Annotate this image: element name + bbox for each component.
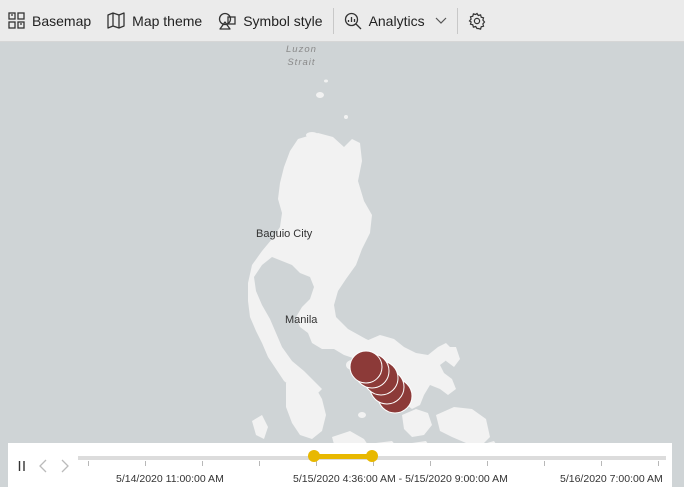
toolbar-divider [456, 7, 458, 34]
luzon-strait-label: Luzon Strait [286, 43, 317, 69]
symbol-style-button[interactable]: Symbol style [210, 0, 330, 42]
map-theme-button[interactable]: Map theme [99, 0, 210, 42]
timeline-tick [259, 461, 260, 466]
chevron-right-icon [61, 459, 69, 473]
analytics-label: Analytics [368, 12, 425, 29]
chevron-left-icon [39, 459, 47, 473]
timeline-tick [88, 461, 89, 466]
timeline-tick [544, 461, 545, 466]
manila-label: Manila [285, 314, 318, 326]
analytics-dropdown[interactable]: Analytics [336, 0, 455, 42]
map-icon [107, 12, 125, 29]
data-bubble[interactable] [349, 350, 383, 384]
basemap-label: Basemap [32, 12, 92, 29]
timeline-tick [487, 461, 488, 466]
map-theme-label: Map theme [132, 12, 203, 29]
gear-icon [468, 12, 485, 30]
timeline-start-label: 5/14/2020 11:00:00 AM [116, 473, 224, 485]
chevron-down-icon [435, 17, 447, 24]
symbol-style-label: Symbol style [243, 12, 323, 29]
range-start-handle[interactable] [308, 450, 320, 462]
next-button[interactable] [61, 459, 69, 477]
previous-button[interactable] [39, 459, 47, 477]
shapes-icon [219, 12, 236, 30]
basemap-icon [8, 12, 25, 29]
timeline-range-label: 5/15/2020 4:36:00 AM - 5/15/2020 9:00:00… [293, 473, 508, 485]
timeline-selected-range[interactable] [314, 454, 372, 459]
timeline-tick [658, 461, 659, 466]
timeline-tick [430, 461, 431, 466]
baguio-city-label: Baguio City [256, 228, 313, 240]
map-land [248, 79, 502, 473]
luzon-strait-line1: Luzon [286, 44, 317, 55]
basemap-button[interactable]: Basemap [0, 0, 99, 42]
luzon-strait-line2: Strait [287, 57, 316, 68]
timeline-tick [316, 461, 317, 466]
range-end-handle[interactable] [366, 450, 378, 462]
map-canvas[interactable]: Luzon Strait Baguio City Manila [0, 43, 684, 487]
pause-icon [18, 461, 25, 471]
settings-button[interactable] [460, 0, 501, 42]
pause-button[interactable] [18, 459, 26, 476]
time-slider: 5/14/2020 11:00:00 AM 5/15/2020 4:36:00 … [8, 443, 672, 487]
analytics-search-icon [344, 12, 362, 29]
map-toolbar: Basemap Map theme Symbol style Analytics [0, 0, 684, 42]
toolbar-divider [332, 7, 334, 34]
timeline-tick [145, 461, 146, 466]
timeline-tick [202, 461, 203, 466]
timeline-tick [601, 461, 602, 466]
timeline-end-label: 5/16/2020 7:00:00 AM [560, 473, 663, 485]
